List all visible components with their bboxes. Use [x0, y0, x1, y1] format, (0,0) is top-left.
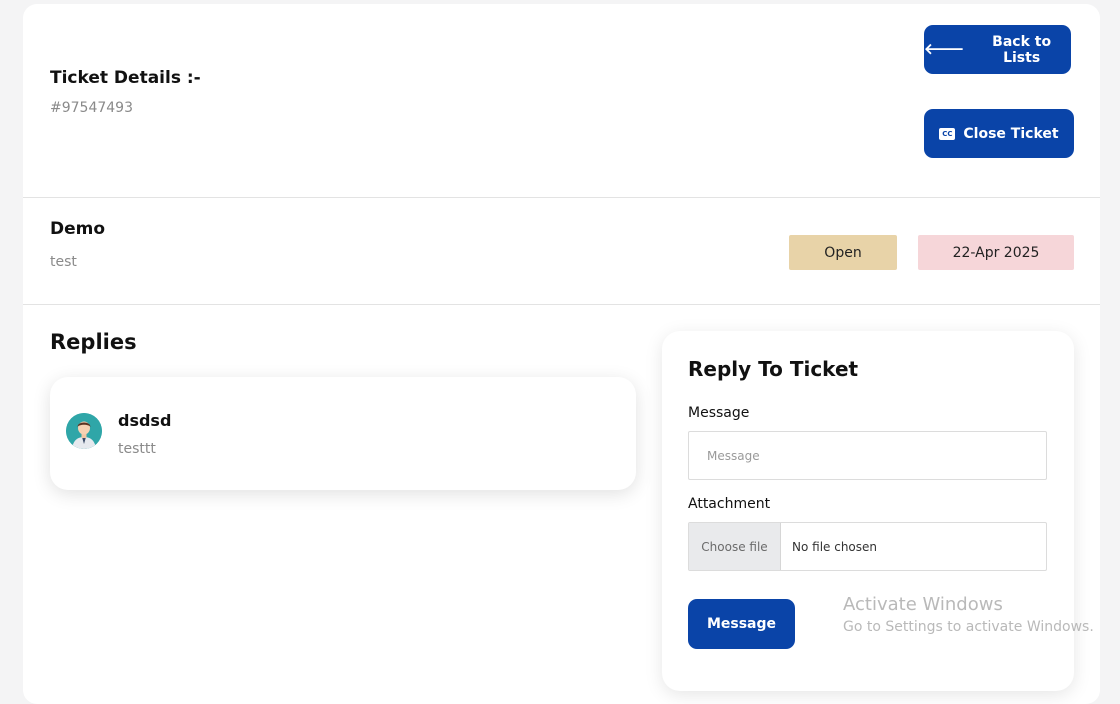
ticket-description: test — [50, 254, 77, 270]
ticket-header-section: Ticket Details :- #97547493 🡐 Back to Li… — [23, 4, 1100, 198]
back-to-lists-label: Back to Lists — [992, 33, 1052, 66]
ticket-id: #97547493 — [50, 100, 133, 116]
ticket-summary-section: Demo test Open 22-Apr 2025 — [23, 198, 1100, 305]
choose-file-button[interactable]: Choose file — [689, 523, 781, 570]
reply-form-title: Reply To Ticket — [688, 357, 859, 381]
file-status-text: No file chosen — [792, 539, 878, 554]
close-ticket-label: Close Ticket — [963, 125, 1059, 142]
close-ticket-button[interactable]: CC Close Ticket — [924, 109, 1074, 158]
attachment-label: Attachment — [688, 496, 771, 512]
arrow-left-icon: 🡐 — [924, 40, 965, 58]
closed-captions-icon: CC — [939, 127, 956, 140]
reply-form-panel: Reply To Ticket Message Attachment Choos… — [662, 331, 1074, 691]
reply-card: dsdsd testtt — [50, 377, 636, 490]
attachment-file-input[interactable]: Choose file No file chosen — [688, 522, 1047, 571]
replies-heading: Replies — [50, 330, 137, 354]
watermark-subtitle: Go to Settings to activate Windows. — [843, 619, 1094, 635]
send-message-button[interactable]: Message — [688, 599, 795, 649]
status-badge: Open — [789, 235, 897, 270]
ticket-subject: Demo — [50, 219, 106, 239]
page-title: Ticket Details :- — [50, 68, 201, 88]
message-label: Message — [688, 405, 750, 421]
watermark-title: Activate Windows — [843, 594, 1003, 615]
message-input[interactable] — [688, 431, 1047, 480]
reply-author: dsdsd — [118, 411, 172, 430]
date-badge: 22-Apr 2025 — [918, 235, 1074, 270]
back-to-lists-button[interactable]: 🡐 Back to Lists — [924, 25, 1071, 74]
activate-windows-watermark: Activate Windows Go to Settings to activ… — [843, 594, 1094, 635]
reply-text: testtt — [118, 441, 156, 457]
avatar — [66, 413, 102, 449]
user-avatar-icon — [66, 413, 102, 449]
